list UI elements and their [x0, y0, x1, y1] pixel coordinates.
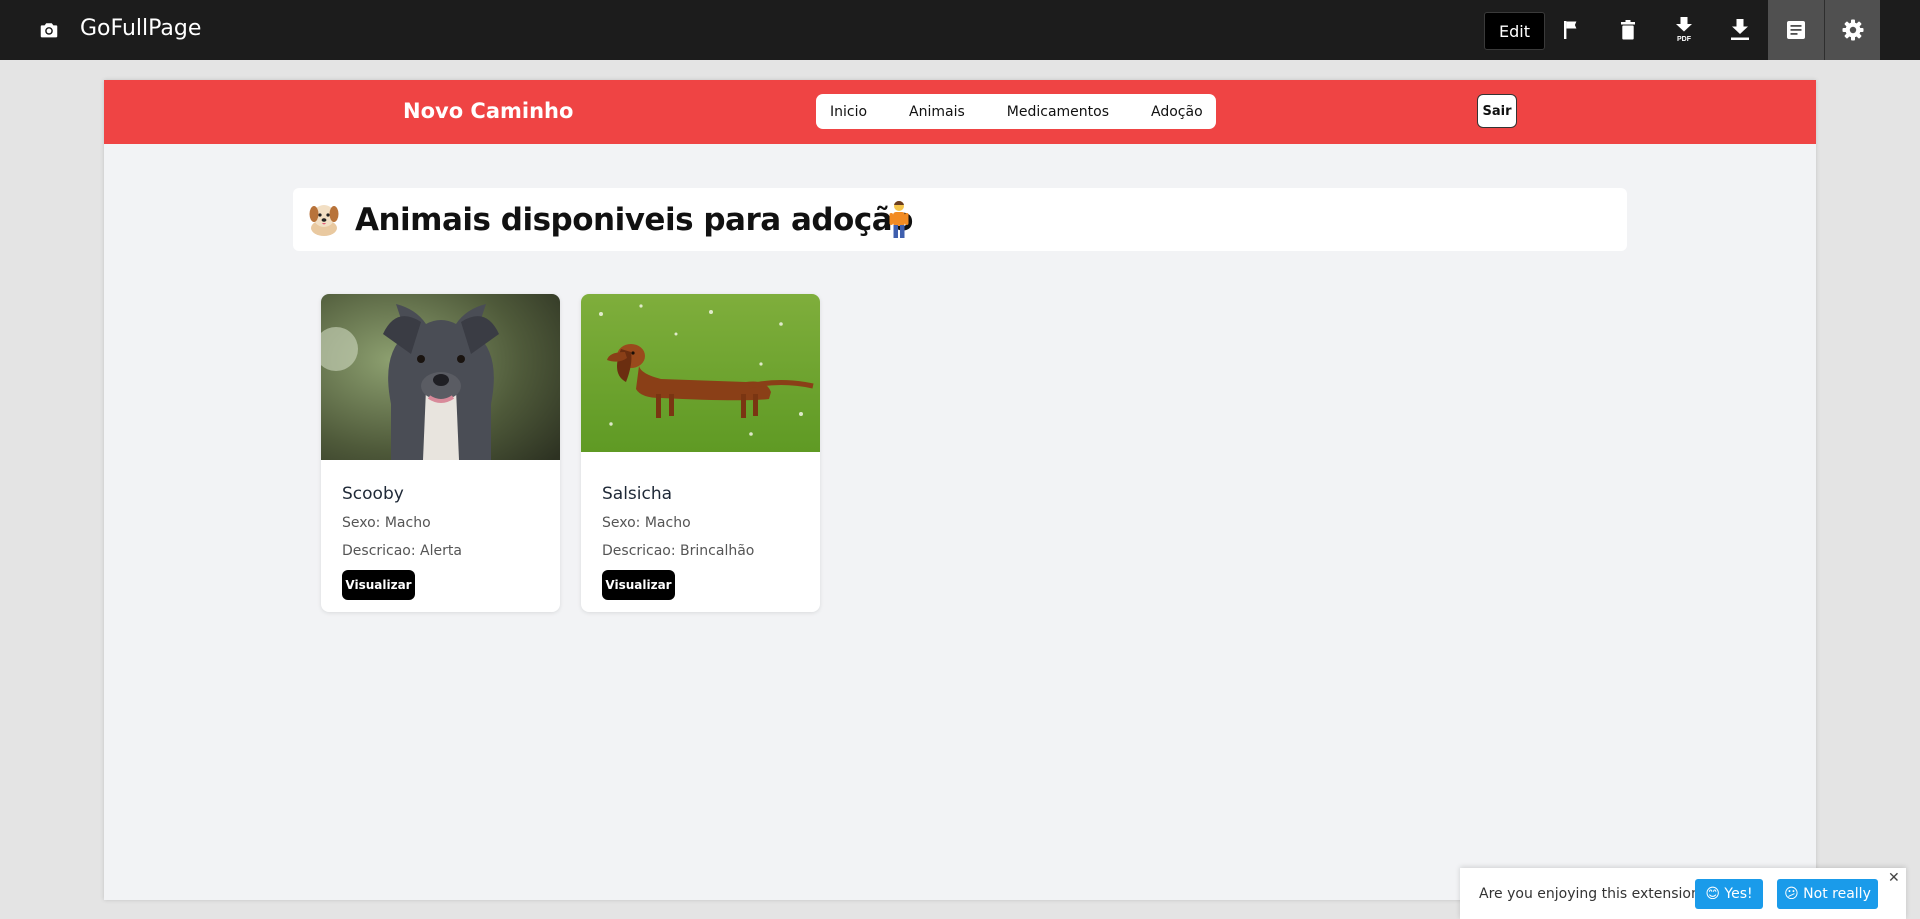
download-pdf-button[interactable]: PDF	[1656, 0, 1712, 60]
settings-button[interactable]	[1824, 0, 1880, 60]
animal-sex: Sexo: Macho	[342, 515, 431, 531]
dog-emoji-icon	[309, 205, 339, 236]
flag-button[interactable]	[1544, 0, 1600, 60]
animal-name: Scooby	[342, 484, 404, 504]
nav-item-adocao[interactable]: Adoção	[1151, 104, 1203, 120]
download-button[interactable]	[1712, 0, 1768, 60]
animal-name: Salsicha	[602, 484, 673, 504]
flag-icon	[1564, 21, 1577, 39]
main-nav: Inicio Animais Medicamentos Adoção	[816, 94, 1216, 129]
animal-photo-salsicha	[581, 294, 820, 452]
feedback-question: Are you enjoying this extension?	[1479, 886, 1708, 902]
delete-button[interactable]	[1600, 0, 1656, 60]
close-icon[interactable]: ✕	[1888, 871, 1902, 885]
animal-card: Scooby Sexo: Macho Descricao: Alerta Vis…	[321, 294, 560, 612]
site-header: Novo Caminho Inicio Animais Medicamentos…	[104, 80, 1816, 144]
nav-item-medicamentos[interactable]: Medicamentos	[1007, 104, 1109, 120]
notes-button[interactable]	[1768, 0, 1824, 60]
page-heading: Animais disponiveis para adoção	[293, 188, 1627, 251]
animal-sex: Sexo: Macho	[602, 515, 691, 531]
animal-photo-scooby	[321, 294, 560, 460]
nav-item-animais[interactable]: Animais	[909, 104, 965, 120]
trash-icon	[1621, 20, 1635, 40]
view-animal-button[interactable]: Visualizar	[602, 570, 675, 600]
edit-button[interactable]: Edit	[1484, 12, 1545, 50]
page-title: Animais disponiveis para adoção	[355, 202, 913, 238]
gear-icon	[1842, 19, 1863, 41]
app-title: GoFullPage	[80, 16, 202, 41]
download-icon	[1731, 19, 1749, 40]
animal-card: Salsicha Sexo: Macho Descricao: Brincalh…	[581, 294, 820, 612]
site-brand[interactable]: Novo Caminho	[403, 99, 573, 123]
view-animal-button[interactable]: Visualizar	[342, 570, 415, 600]
notes-icon	[1787, 21, 1805, 39]
download-pdf-icon: PDF	[1676, 17, 1692, 43]
camera-icon	[40, 23, 58, 38]
logout-button[interactable]: Sair	[1477, 94, 1517, 128]
captured-page: Novo Caminho Inicio Animais Medicamentos…	[104, 80, 1816, 900]
feedback-no-button[interactable]: 😕 Not really	[1777, 879, 1878, 909]
person-emoji-icon	[889, 200, 909, 238]
feedback-yes-button[interactable]: 😊 Yes!	[1695, 879, 1763, 909]
nav-item-inicio[interactable]: Inicio	[830, 104, 867, 120]
feedback-popup: Are you enjoying this extension? 😊 Yes! …	[1460, 868, 1906, 919]
pdf-badge: PDF	[1677, 36, 1692, 43]
animal-description: Descricao: Alerta	[342, 543, 462, 559]
extension-toolbar: GoFullPage Edit PDF	[0, 0, 1920, 60]
animal-description: Descricao: Brincalhão	[602, 543, 755, 559]
